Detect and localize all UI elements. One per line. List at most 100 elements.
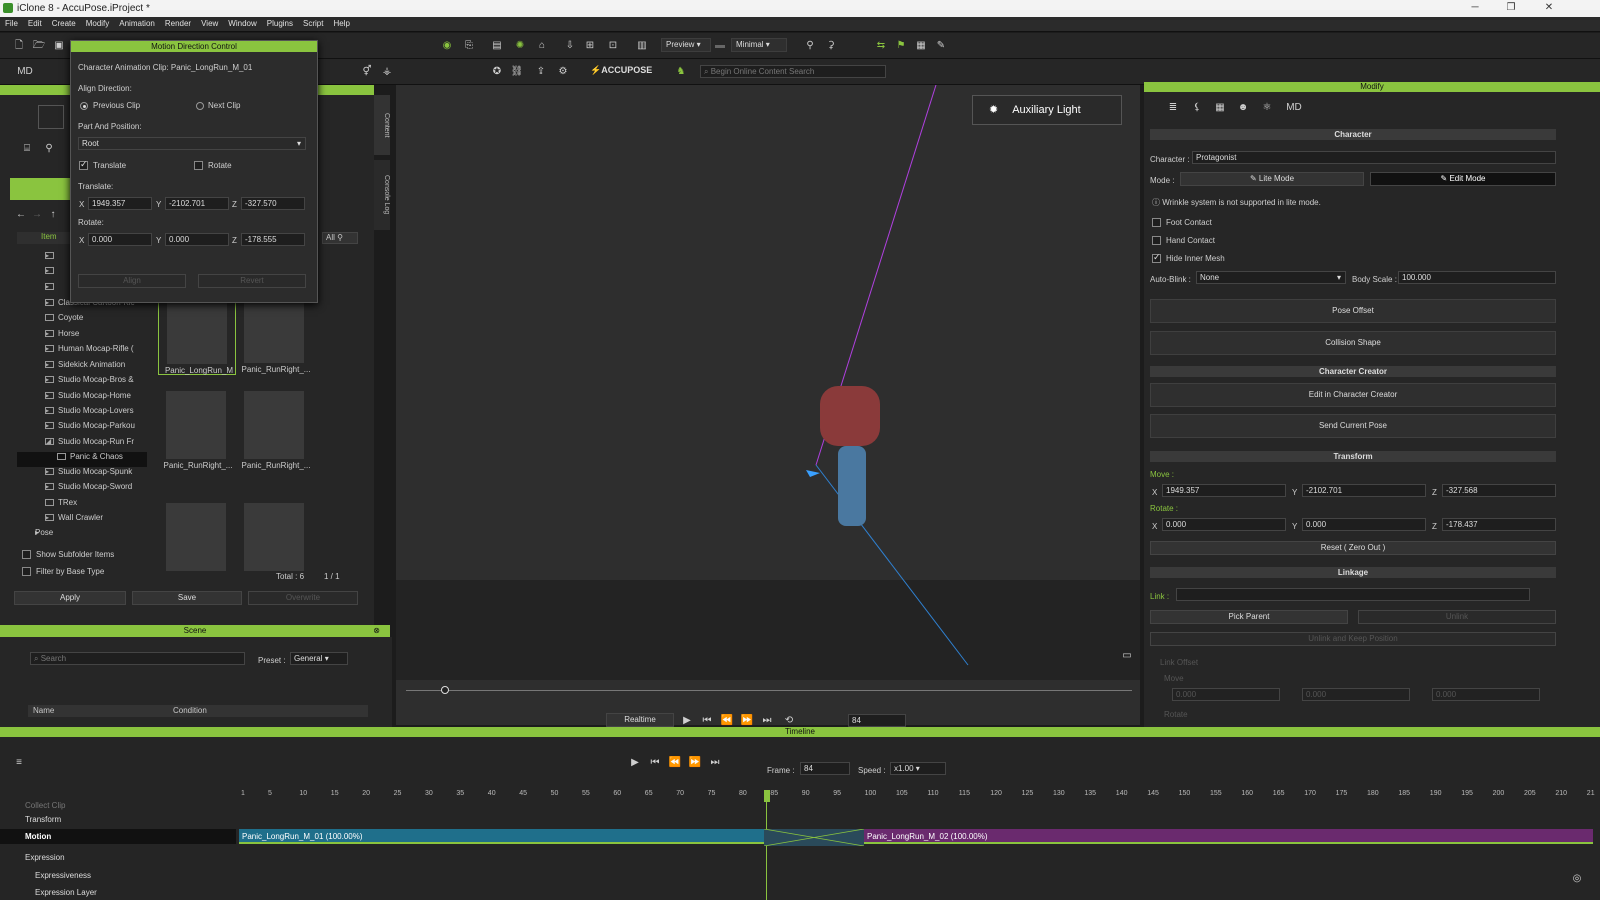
auto-blink-dropdown[interactable]: None ▾ bbox=[1196, 271, 1346, 284]
frame-icon[interactable]: ▤ bbox=[490, 39, 504, 53]
motion-icon[interactable]: ⚸ bbox=[1190, 101, 1204, 115]
loop-icon[interactable]: ⟲ bbox=[782, 714, 796, 728]
edit-mode-button[interactable]: ✎ Edit Mode bbox=[1370, 172, 1556, 186]
unlink-keep-button[interactable]: Unlink and Keep Position bbox=[1150, 632, 1556, 646]
preset-dropdown[interactable]: General ▾ bbox=[290, 652, 348, 665]
viewport-frame-input[interactable]: 84 bbox=[848, 714, 906, 727]
auxiliary-light-button[interactable]: ✹ Auxiliary Light bbox=[972, 95, 1122, 125]
tree-item[interactable]: ▸ Studio Mocap-Sword bbox=[17, 482, 147, 497]
prev-key-icon[interactable]: ⏮ bbox=[700, 714, 714, 728]
forward-icon[interactable]: → bbox=[30, 208, 44, 222]
camera-icon[interactable]: ⎘ bbox=[462, 39, 476, 53]
next-key-icon[interactable]: ⏭ bbox=[760, 714, 774, 728]
tree-item[interactable]: TRex bbox=[17, 498, 147, 513]
linkage-section[interactable]: Linkage bbox=[1150, 567, 1556, 578]
menu-window[interactable]: Window bbox=[223, 17, 261, 30]
translate-z-input[interactable]: -327.570 bbox=[241, 197, 305, 210]
collision-shape-button[interactable]: Collision Shape bbox=[1150, 331, 1556, 355]
character-input[interactable]: Protagonist bbox=[1192, 151, 1556, 164]
cc-icon[interactable]: ♞ bbox=[674, 65, 688, 79]
character-section[interactable]: Character bbox=[1150, 129, 1556, 140]
align-button[interactable]: Align bbox=[78, 274, 186, 288]
eye-icon[interactable]: ◉ bbox=[440, 39, 454, 53]
menu-animation[interactable]: Animation bbox=[114, 17, 160, 30]
accupose-button[interactable]: ⚡ACCUPOSE bbox=[590, 65, 652, 76]
checker-icon[interactable]: ▦ bbox=[1213, 101, 1227, 115]
tree-item[interactable]: ▸ Horse bbox=[17, 329, 147, 344]
thumb-item[interactable]: Panic_RunRight_... bbox=[236, 391, 314, 471]
track-collect-clip[interactable]: Collect Clip bbox=[0, 798, 236, 813]
folder-icon[interactable] bbox=[38, 105, 64, 129]
overlay-icon[interactable]: ⊡ bbox=[606, 39, 620, 53]
track-expressiveness[interactable]: Expressiveness bbox=[0, 868, 236, 883]
md-icon[interactable]: MD bbox=[1284, 101, 1304, 115]
filter-base-checkbox[interactable] bbox=[22, 567, 31, 576]
md-logo-icon[interactable]: MD bbox=[14, 65, 36, 79]
save-icon[interactable]: ▣ bbox=[52, 39, 66, 53]
tab-content[interactable]: Content bbox=[374, 95, 390, 155]
scene-search-input[interactable]: ⌕ Search bbox=[30, 652, 245, 665]
atom-icon[interactable]: ⚛ bbox=[1260, 101, 1274, 115]
link-offset-z-input[interactable]: 0.000 bbox=[1432, 688, 1540, 701]
thumb-item-selected[interactable]: Panic_LongRun_M bbox=[158, 295, 236, 375]
move-x-input[interactable]: 1949.357 bbox=[1162, 484, 1286, 497]
paint-icon[interactable]: ✪ bbox=[490, 65, 504, 79]
tl-forward-icon[interactable]: ⏩ bbox=[688, 756, 702, 770]
content-tab-active[interactable] bbox=[10, 178, 74, 200]
motion-clip-2[interactable]: Panic_LongRun_M_02 (100.00%) bbox=[864, 829, 1593, 844]
sliders-icon[interactable]: ≣ bbox=[1166, 101, 1180, 115]
rotate-x-input[interactable]: 0.000 bbox=[1162, 518, 1286, 531]
scene-close-icon[interactable]: ⊗ bbox=[373, 625, 380, 637]
tree-item[interactable]: ▸ Human Mocap-Rifle ( bbox=[17, 344, 147, 359]
playback-slider-handle[interactable] bbox=[441, 686, 449, 694]
rotate-x-input[interactable]: 0.000 bbox=[88, 233, 152, 246]
menu-help[interactable]: Help bbox=[328, 17, 354, 30]
back-icon[interactable]: ← bbox=[14, 208, 28, 222]
frame-input[interactable]: 84 bbox=[800, 762, 850, 775]
realtime-dropdown[interactable]: Realtime bbox=[606, 713, 674, 727]
speed-dropdown[interactable]: x1.00 ▾ bbox=[890, 762, 946, 775]
down-arrow-icon[interactable]: ⇩ bbox=[563, 39, 577, 53]
next-frame-icon[interactable]: ⏩ bbox=[740, 714, 754, 728]
menu-file[interactable]: File bbox=[0, 17, 23, 30]
tree-item[interactable]: ▸ Studio Mocap-Lovers bbox=[17, 406, 147, 421]
link-input[interactable] bbox=[1176, 588, 1530, 601]
playback-slider-track[interactable] bbox=[406, 690, 1132, 691]
new-file-icon[interactable]: 🗋 bbox=[12, 39, 26, 53]
tree-item[interactable]: ▸ Wall Crawler bbox=[17, 513, 147, 528]
chat-icon[interactable]: ▭ bbox=[1120, 649, 1134, 663]
tree-item-selected[interactable]: Panic & Chaos bbox=[17, 452, 147, 467]
rotate-y-input[interactable]: 0.000 bbox=[165, 233, 229, 246]
move-y-input[interactable]: -2102.701 bbox=[1302, 484, 1426, 497]
track-expression-layer[interactable]: Expression Layer bbox=[0, 885, 236, 900]
pen-icon[interactable]: ✎ bbox=[934, 39, 948, 53]
play-icon[interactable]: ▶ bbox=[680, 714, 694, 728]
settings-icon[interactable]: ⚙ bbox=[556, 65, 570, 79]
translate-y-input[interactable]: -2102.701 bbox=[165, 197, 229, 210]
tl-next-icon[interactable]: ⏭ bbox=[708, 756, 722, 770]
show-subfolder-checkbox[interactable] bbox=[22, 550, 31, 559]
rotate-z-input[interactable]: -178.437 bbox=[1442, 518, 1556, 531]
send-current-pose-button[interactable]: Send Current Pose bbox=[1150, 414, 1556, 438]
timeline-ruler[interactable]: 1 5 10 15 20 25 30 35 40 45 50 55 60 65 70 75 80 85 90 95 10… bbox=[0, 790, 1600, 800]
tree-item[interactable]: ▸ Studio Mocap-Spunk bbox=[17, 467, 147, 482]
track-expression[interactable]: Expression bbox=[0, 850, 236, 865]
thumb-item[interactable] bbox=[236, 503, 314, 583]
tree-item[interactable]: ▸Pose bbox=[17, 528, 147, 543]
part-dropdown[interactable]: Root ▾ bbox=[78, 137, 306, 150]
menu-plugins[interactable]: Plugins bbox=[262, 17, 298, 30]
layers-icon[interactable]: ▥ bbox=[635, 39, 649, 53]
unlink-button[interactable]: Unlink bbox=[1358, 610, 1556, 624]
tl-rewind-icon[interactable]: ⏪ bbox=[668, 756, 682, 770]
tree-item[interactable]: ▸ Studio Mocap-Parkou bbox=[17, 421, 147, 436]
menu-view[interactable]: View bbox=[196, 17, 223, 30]
pose-icon-b[interactable]: ⚳ bbox=[824, 39, 838, 53]
translate-x-input[interactable]: 1949.357 bbox=[88, 197, 152, 210]
head-icon[interactable]: ☻ bbox=[1236, 101, 1250, 115]
doc-icon[interactable]: ⌸ bbox=[20, 142, 34, 156]
maximize-icon[interactable]: ❐ bbox=[1496, 2, 1526, 13]
walk-icon[interactable]: ⚥ bbox=[360, 65, 374, 79]
thumb-item[interactable] bbox=[158, 503, 236, 583]
previous-clip-radio[interactable] bbox=[80, 102, 88, 110]
thumb-item[interactable]: Panic_RunRight_... bbox=[158, 391, 236, 471]
